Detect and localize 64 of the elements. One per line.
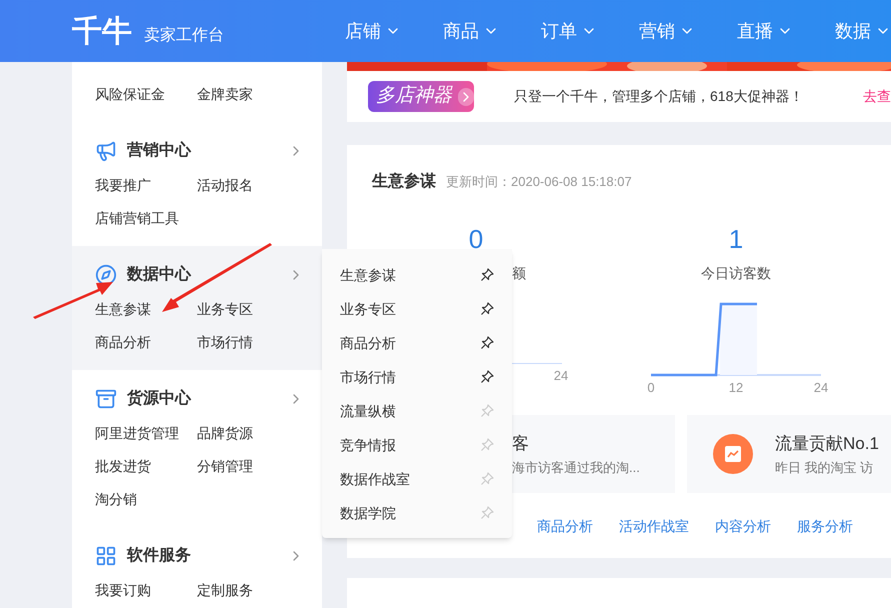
metric-label: 今日访客数 <box>701 264 771 283</box>
sidebar-link[interactable]: 分销管理 <box>197 450 299 483</box>
card-title: 生意参谋 <box>372 171 436 192</box>
logo[interactable]: 千牛 <box>72 8 132 54</box>
pin-icon[interactable] <box>480 302 494 316</box>
nav-menu-item[interactable]: 店铺 <box>345 18 401 44</box>
pin-icon[interactable] <box>480 370 494 384</box>
sidebar-link[interactable]: 我要推广 <box>95 169 197 202</box>
promo-badge[interactable]: 多店神器 <box>368 81 474 112</box>
pin-icon[interactable] <box>480 268 494 282</box>
nav-menu-item[interactable]: 订单 <box>541 18 597 44</box>
update-time: 更新时间：2020-06-08 15:18:07 <box>446 173 632 192</box>
sidebar-link[interactable]: 阿里进货管理 <box>95 417 197 450</box>
flyout-menu-item[interactable]: 数据学院 <box>322 496 512 530</box>
quick-link[interactable]: 内容分析 <box>715 516 771 536</box>
flyout-menu-item[interactable]: 生意参谋 <box>322 258 512 292</box>
axis-label: 24 <box>812 380 830 396</box>
section-title[interactable]: 货源中心 <box>127 387 191 411</box>
chart-trend-icon <box>713 434 753 474</box>
axis-label: 12 <box>728 380 744 396</box>
sidebar-link[interactable]: 批发进货 <box>95 450 197 483</box>
box-icon <box>95 388 117 410</box>
sidebar-link[interactable]: 品牌货源 <box>197 417 299 450</box>
insight-card[interactable]: 流量贡献No.1 昨日 我的淘宝 访 <box>687 415 891 493</box>
sidebar-link[interactable]: 商品分析 <box>95 326 197 359</box>
sidebar-link[interactable]: 市场行情 <box>197 326 299 359</box>
sidebar-link[interactable]: 业务专区 <box>197 293 299 326</box>
nav-menu-item[interactable]: 营销 <box>639 18 695 44</box>
sidebar-link[interactable]: 金牌卖家 <box>197 78 299 111</box>
sidebar-link[interactable]: 生意参谋 <box>95 293 197 326</box>
sidebar-link[interactable]: 淘分销 <box>95 483 197 516</box>
section-title[interactable]: 数据中心 <box>127 263 191 287</box>
line-chart-drawing <box>512 363 562 367</box>
metric-label: 额 <box>512 264 526 283</box>
sidebar-link[interactable]: 活动报名 <box>197 169 299 202</box>
chevron-right-icon <box>458 88 474 106</box>
insight-title: 流量贡献No.1 <box>775 432 879 454</box>
section-title[interactable]: 软件服务 <box>127 544 191 568</box>
quick-link[interactable]: 商品分析 <box>537 516 593 536</box>
sidebar-link[interactable]: 店铺营销工具 <box>95 202 197 235</box>
nav-menu-item[interactable]: 商品 <box>443 18 499 44</box>
insight-subtitle: 海市访客通过我的淘... <box>512 459 641 477</box>
megaphone-icon <box>95 140 117 162</box>
grid-icon <box>95 545 117 567</box>
insight-title: 客 <box>512 432 530 454</box>
axis-label: 0 <box>646 380 656 396</box>
quick-link[interactable]: 服务分析 <box>797 516 853 536</box>
flyout-menu-item[interactable]: 商品分析 <box>322 326 512 360</box>
flyout-menu-item[interactable]: 业务专区 <box>322 292 512 326</box>
insight-subtitle: 昨日 我的淘宝 访 <box>775 459 874 477</box>
promo-text: 只登一个千牛，管理多个店铺，618大促神器！ <box>514 87 804 106</box>
sidebar-link[interactable]: 定制服务 <box>197 574 299 607</box>
pin-icon[interactable] <box>480 336 494 350</box>
section-title[interactable]: 营销中心 <box>127 139 191 163</box>
metric-value: 1 <box>728 226 744 252</box>
compass-icon <box>95 264 117 286</box>
sidebar-link[interactable]: 我要订购 <box>95 574 197 607</box>
app-subtitle: 卖家工作台 <box>144 26 224 46</box>
quick-link[interactable]: 活动作战室 <box>619 516 689 536</box>
axis-label: 24 <box>552 368 570 384</box>
promo-link[interactable]: 去查 <box>863 86 891 107</box>
flyout-menu-item[interactable]: 市场行情 <box>322 360 512 394</box>
metric-value: 0 <box>468 226 484 252</box>
sidebar-link[interactable]: 风险保证金 <box>95 78 197 111</box>
